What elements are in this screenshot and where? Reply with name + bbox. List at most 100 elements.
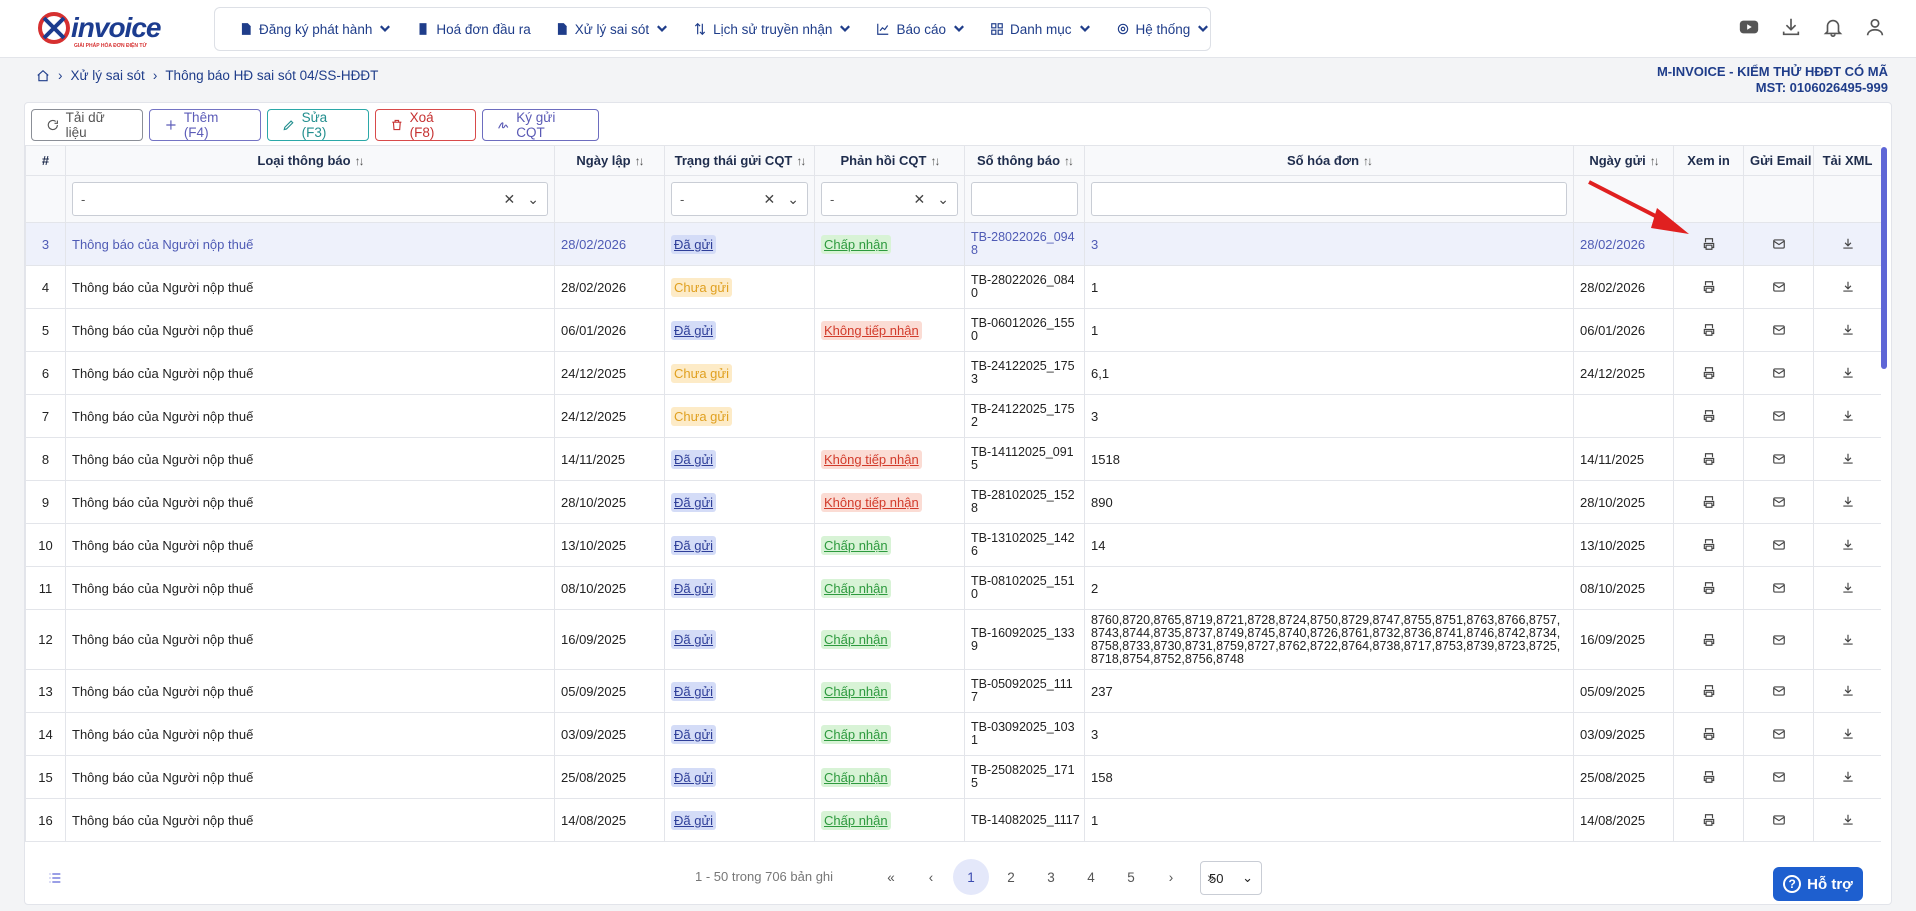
email-icon[interactable] [1750, 280, 1807, 294]
page-2[interactable]: 2 [993, 859, 1029, 895]
print-icon[interactable] [1680, 323, 1737, 337]
bell-icon[interactable] [1822, 16, 1844, 38]
status-badge[interactable]: Đã gửi [671, 767, 717, 787]
download-icon[interactable] [1820, 538, 1875, 552]
invoice-filter-input[interactable] [1091, 182, 1567, 216]
print-icon[interactable] [1680, 280, 1737, 294]
download-icon[interactable] [1820, 409, 1875, 423]
response-badge[interactable]: Chấp nhận [821, 234, 891, 254]
print-icon[interactable] [1680, 813, 1737, 827]
col-status[interactable]: Trạng thái gửi CQT ↑↓ [664, 145, 815, 176]
download-icon[interactable] [1820, 813, 1875, 827]
nav-item-0[interactable]: Đăng ký phát hành [227, 14, 404, 44]
status-badge[interactable]: Đã gửi [671, 234, 717, 254]
print-icon[interactable] [1680, 409, 1737, 423]
response-badge[interactable]: Chấp nhận [821, 767, 891, 787]
table-row[interactable]: 8 Thông báo của Người nộp thuế 14/11/2025 Đ… [25, 437, 1881, 481]
status-badge[interactable]: Đã gửi [671, 630, 717, 649]
table-row[interactable]: 12 Thông báo của Người nộp thuế 16/09/2025… [25, 609, 1881, 670]
print-icon[interactable] [1680, 366, 1737, 380]
table-row[interactable]: 5 Thông báo của Người nộp thuế 06/01/2026 Đ… [25, 308, 1881, 352]
delete-button[interactable]: Xoá (F8) [375, 109, 476, 141]
table-row[interactable]: 7 Thông báo của Người nộp thuế 24/12/2025 C… [25, 394, 1881, 438]
list-icon[interactable] [47, 870, 63, 886]
breadcrumb-level1[interactable]: Xử lý sai sót [71, 68, 145, 83]
brand-logo[interactable]: invoice GIẢI PHÁP HÓA ĐƠN ĐIỆN TỬ [36, 10, 176, 50]
print-icon[interactable] [1680, 237, 1737, 251]
status-badge[interactable]: Đã gửi [671, 810, 717, 830]
nav-item-4[interactable]: Báo cáo [864, 14, 978, 44]
email-icon[interactable] [1750, 538, 1807, 552]
status-badge[interactable]: Đã gửi [671, 681, 717, 701]
col-invoices[interactable]: Số hóa đơn ↑↓ [1084, 145, 1574, 176]
print-icon[interactable] [1680, 495, 1737, 509]
email-icon[interactable] [1750, 684, 1807, 698]
download-icon[interactable] [1820, 452, 1875, 466]
user-icon[interactable] [1864, 16, 1886, 38]
sign-send-button[interactable]: Ký gửi CQT [482, 109, 599, 141]
youtube-icon[interactable] [1738, 16, 1760, 38]
table-row[interactable]: 6 Thông báo của Người nộp thuế 24/12/2025 C… [25, 351, 1881, 395]
status-badge[interactable]: Đã gửi [671, 724, 717, 744]
response-filter-select[interactable]: - ✕ ⌄ [821, 182, 958, 216]
page-3[interactable]: 3 [1033, 859, 1069, 895]
email-icon[interactable] [1750, 452, 1807, 466]
email-icon[interactable] [1750, 495, 1807, 509]
print-icon[interactable] [1680, 633, 1737, 647]
table-row[interactable]: 10 Thông báo của Người nộp thuế 13/10/2025… [25, 523, 1881, 567]
download-icon[interactable] [1820, 280, 1875, 294]
table-row[interactable]: 15 Thông báo của Người nộp thuế 25/08/2025… [25, 755, 1881, 799]
help-button[interactable]: ? Hỗ trợ [1773, 867, 1863, 901]
response-badge[interactable]: Chấp nhận [821, 535, 891, 555]
download-icon[interactable] [1820, 495, 1875, 509]
response-badge[interactable]: Chấp nhận [821, 810, 891, 830]
response-badge[interactable]: Không tiếp nhận [821, 320, 922, 340]
email-icon[interactable] [1750, 813, 1807, 827]
table-row[interactable]: 16 Thông báo của Người nộp thuế 14/08/2025… [25, 798, 1881, 842]
status-badge[interactable]: Đã gửi [671, 535, 717, 555]
download-icon[interactable] [1820, 727, 1875, 741]
nav-item-1[interactable]: Hoá đơn đầu ra [404, 14, 542, 44]
page-1[interactable]: 1 [953, 859, 989, 895]
print-icon[interactable] [1680, 452, 1737, 466]
print-icon[interactable] [1680, 538, 1737, 552]
response-badge[interactable]: Không tiếp nhận [821, 449, 922, 469]
response-badge[interactable]: Không tiếp nhận [821, 492, 922, 512]
col-date[interactable]: Ngày lập ↑↓ [554, 145, 665, 176]
status-filter-select[interactable]: - ✕ ⌄ [671, 182, 808, 216]
email-icon[interactable] [1750, 581, 1807, 595]
email-icon[interactable] [1750, 633, 1807, 647]
nav-item-2[interactable]: Xử lý sai sót [543, 14, 681, 44]
email-icon[interactable] [1750, 409, 1807, 423]
home-icon[interactable] [36, 69, 50, 83]
status-badge[interactable]: Chưa gửi [671, 363, 732, 383]
status-badge[interactable]: Đã gửi [671, 449, 717, 469]
download-icon[interactable] [1820, 366, 1875, 380]
email-icon[interactable] [1750, 366, 1807, 380]
download-icon[interactable] [1820, 770, 1875, 784]
print-icon[interactable] [1680, 770, 1737, 784]
page-4[interactable]: 4 [1073, 859, 1109, 895]
print-icon[interactable] [1680, 727, 1737, 741]
page-5[interactable]: 5 [1113, 859, 1149, 895]
number-filter-input[interactable] [971, 182, 1078, 216]
edit-button[interactable]: Sửa (F3) [267, 109, 369, 141]
col-number[interactable]: Số thông báo ↑↓ [964, 145, 1085, 176]
nav-item-3[interactable]: Lịch sử truyền nhận [681, 14, 864, 44]
col-type[interactable]: Loại thông báo ↑↓ [65, 145, 555, 176]
table-row[interactable]: 4 Thông báo của Người nộp thuế 28/02/2026 C… [25, 265, 1881, 309]
status-badge[interactable]: Đã gửi [671, 320, 717, 340]
download-icon[interactable] [1820, 684, 1875, 698]
email-icon[interactable] [1750, 727, 1807, 741]
download-icon[interactable] [1820, 581, 1875, 595]
email-icon[interactable] [1750, 770, 1807, 784]
table-row[interactable]: 11 Thông báo của Người nộp thuế 08/10/2025… [25, 566, 1881, 610]
download-icon[interactable] [1820, 237, 1875, 251]
email-icon[interactable] [1750, 237, 1807, 251]
page-size-select[interactable]: 50 ⌄ [1200, 861, 1262, 895]
status-badge[interactable]: Đã gửi [671, 578, 717, 598]
table-row[interactable]: 14 Thông báo của Người nộp thuế 03/09/2025… [25, 712, 1881, 756]
type-filter-select[interactable]: - ✕ ⌄ [72, 182, 548, 216]
nav-item-5[interactable]: Danh mục [978, 14, 1104, 44]
col-sent-date[interactable]: Ngày gửi ↑↓ [1573, 145, 1674, 176]
